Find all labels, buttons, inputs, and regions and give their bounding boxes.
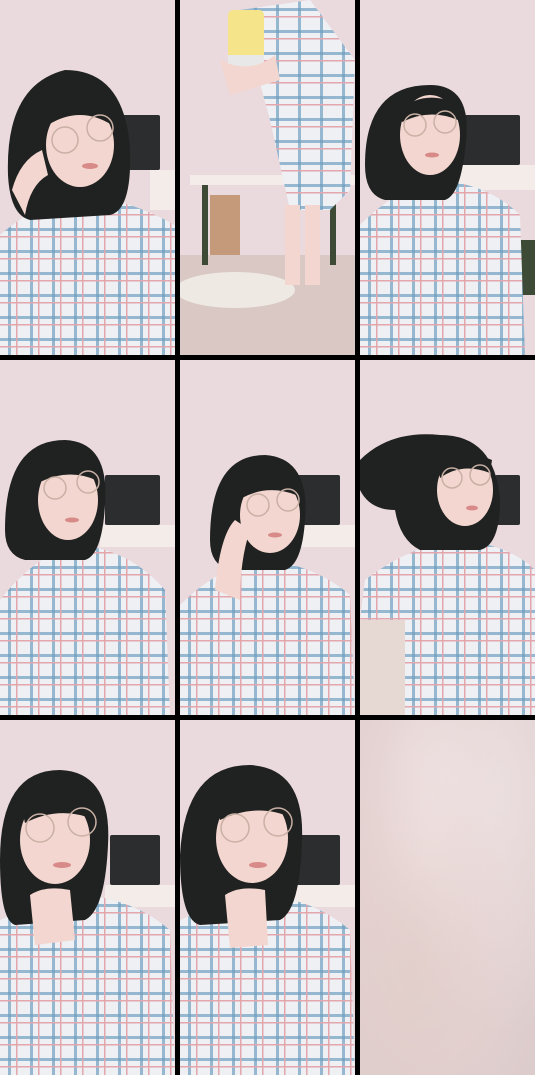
photo-4-illustration xyxy=(0,360,175,715)
photo-3-looking-up[interactable] xyxy=(360,0,535,355)
photo-7-chin-on-hand[interactable] xyxy=(0,720,175,1075)
photo-5-illustration xyxy=(180,360,355,715)
photo-4-seated-forward[interactable] xyxy=(0,360,175,715)
photo-2-illustration xyxy=(180,0,355,355)
photo-6-illustration xyxy=(360,360,535,715)
photo-8-chin-on-hand-alt[interactable] xyxy=(180,720,355,1075)
photo-7-illustration xyxy=(0,720,175,1075)
photo-1-illustration xyxy=(0,0,175,355)
photo-1-hand-on-cheek[interactable] xyxy=(0,0,175,355)
photo-5-hand-near-face[interactable] xyxy=(180,360,355,715)
photo-8-illustration xyxy=(180,720,355,1075)
photo-9-blurred[interactable] xyxy=(360,720,535,1075)
photo-2-spilling-can[interactable] xyxy=(180,0,355,355)
photo-6-hair-flip[interactable] xyxy=(360,360,535,715)
photo-collage-grid xyxy=(0,0,535,1075)
photo-3-illustration xyxy=(360,0,535,355)
